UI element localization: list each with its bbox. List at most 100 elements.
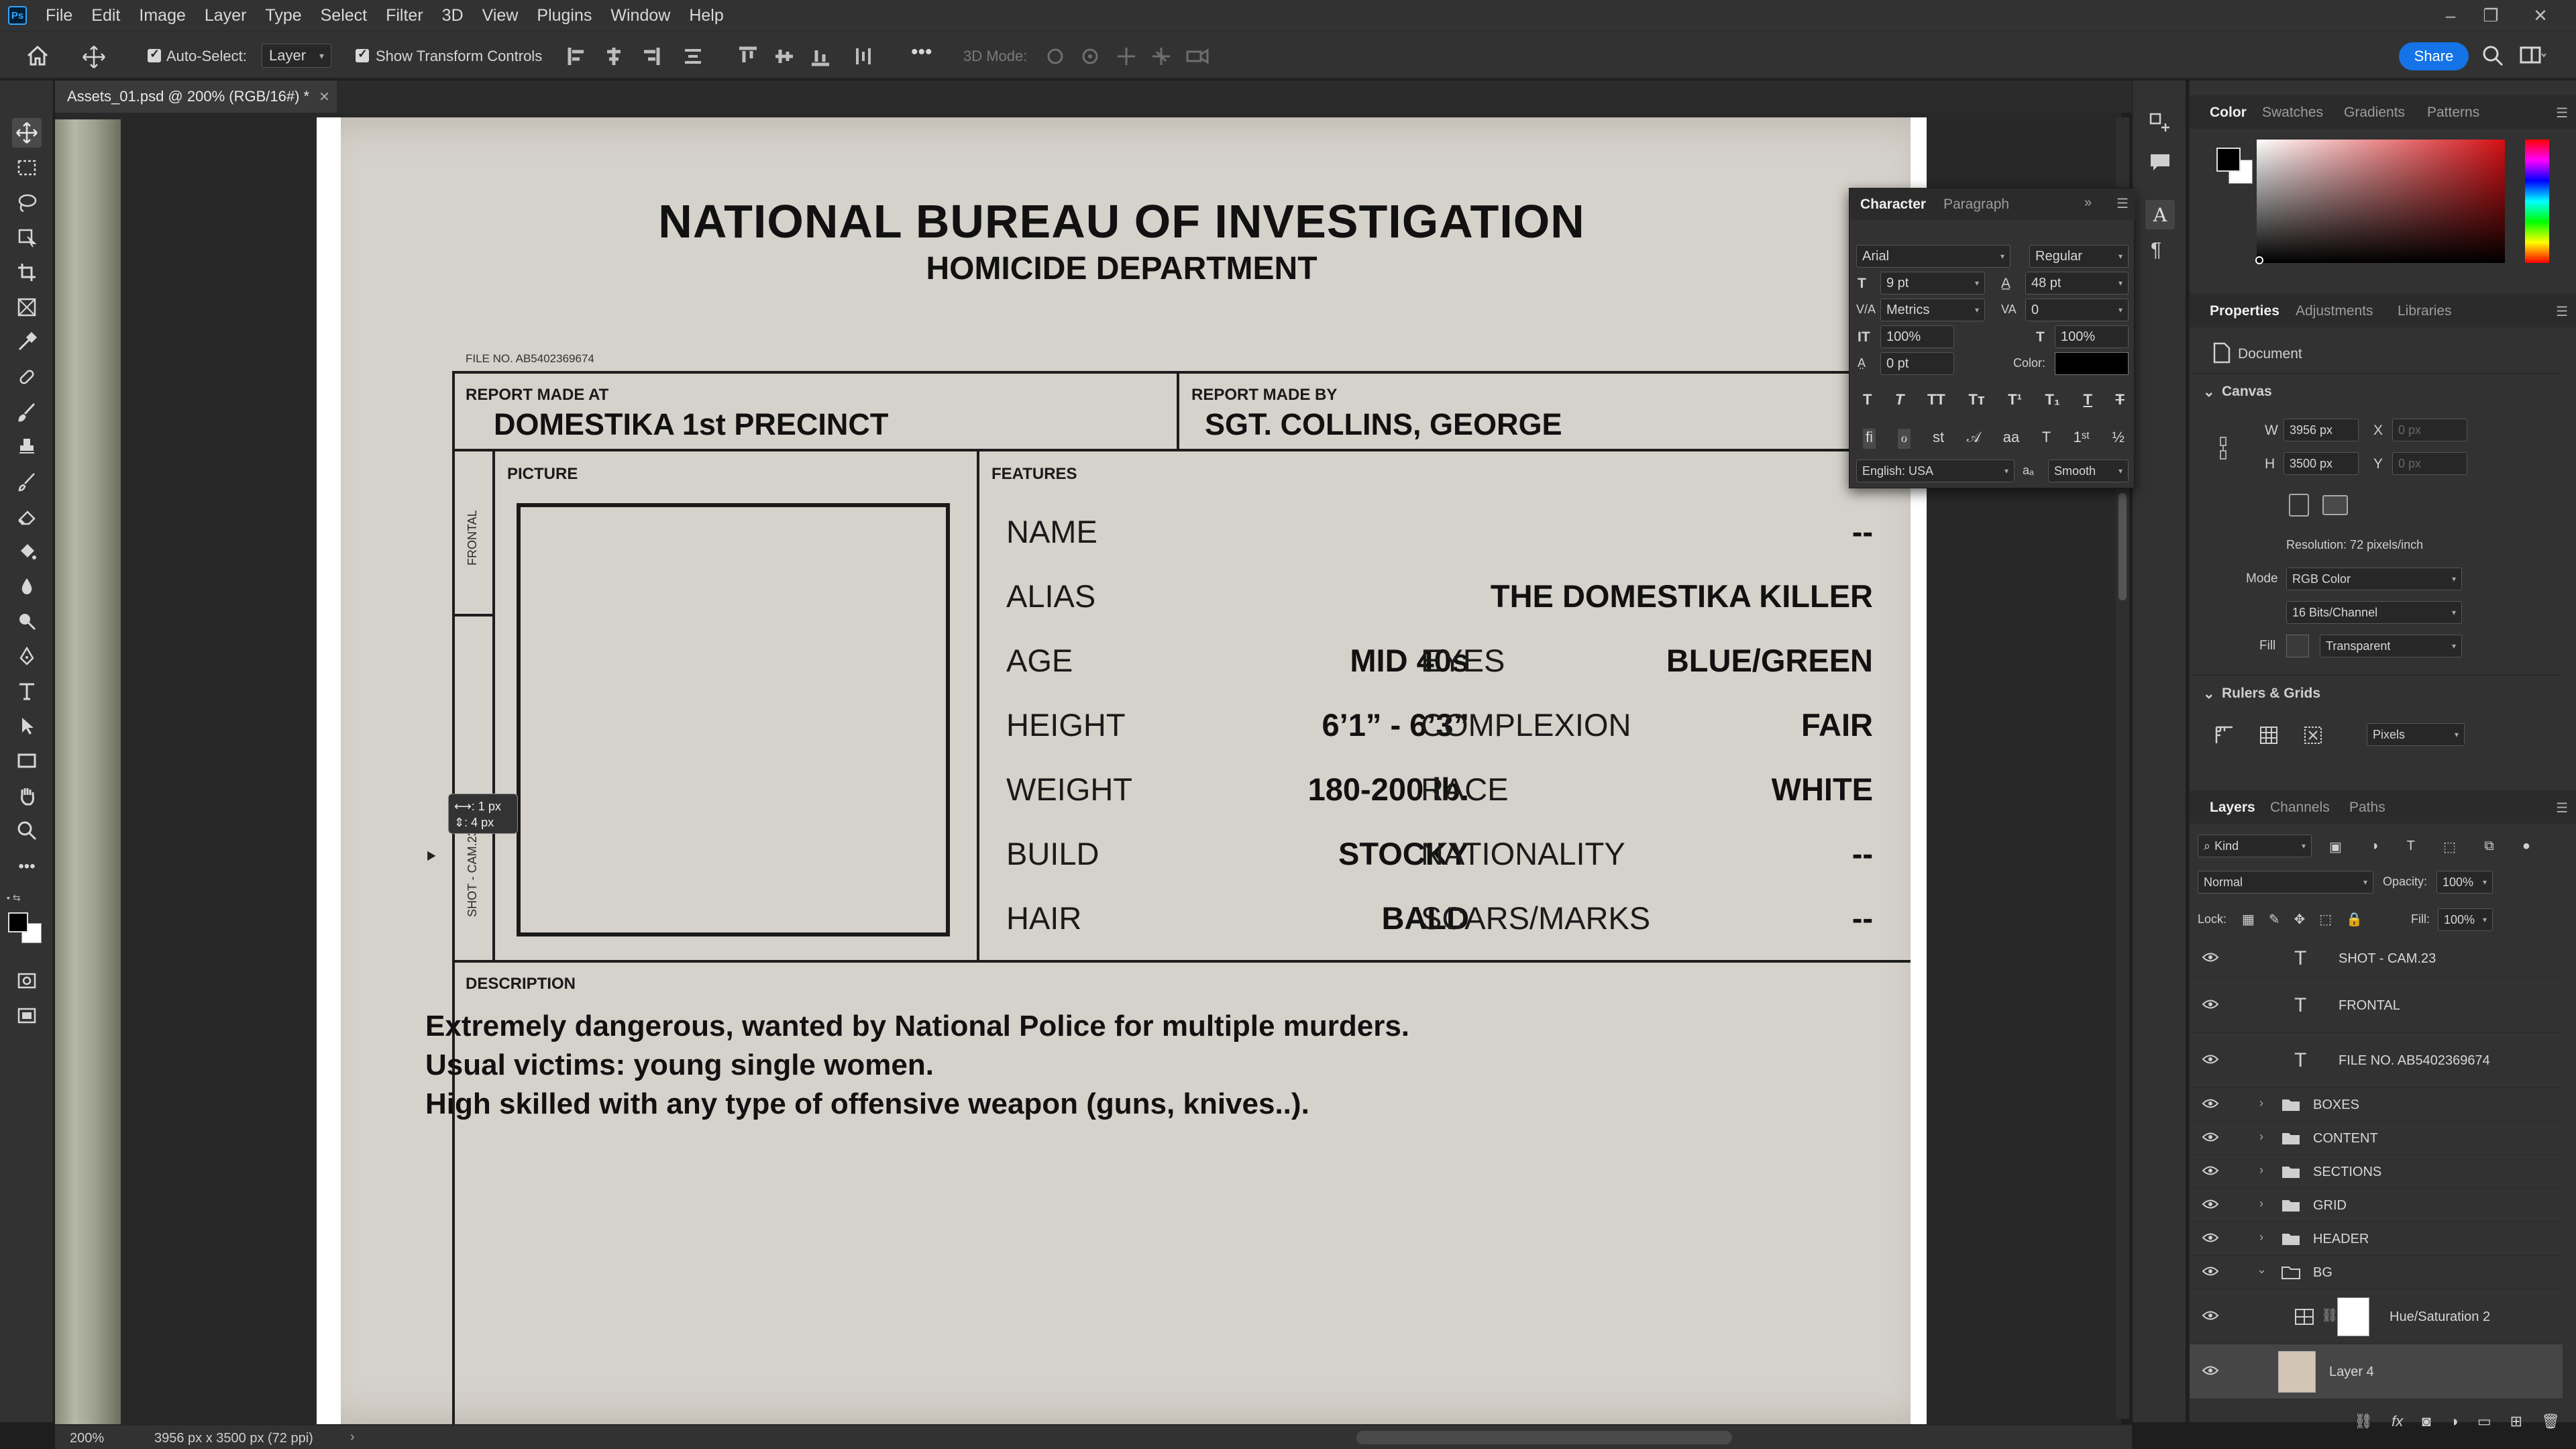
lock-artboard-icon[interactable]: ⬚ <box>2319 911 2332 927</box>
tab-adjustments[interactable]: Adjustments <box>2296 303 2373 319</box>
swap-colors-icon[interactable]: ▪ ⇆ <box>7 892 47 906</box>
visibility-eye-icon[interactable] <box>2202 1364 2219 1380</box>
link-dimensions-icon[interactable] <box>2216 435 2230 462</box>
tab-channels[interactable]: Channels <box>2270 800 2330 816</box>
delete-layer-icon[interactable]: 🗑 <box>2541 1413 2560 1440</box>
type-tool-icon[interactable] <box>12 676 42 706</box>
screen-mode-icon[interactable] <box>12 1001 42 1030</box>
font-style-select[interactable]: Regular ▾ <box>2029 245 2129 268</box>
filter-smart-object-icon[interactable]: ⧉ <box>2484 839 2493 855</box>
menu-help[interactable]: Help <box>680 6 733 25</box>
fill-select[interactable]: Transparent ▾ <box>2320 635 2462 657</box>
close-window-icon[interactable]: ✕ <box>2522 0 2559 31</box>
canvas-x-field[interactable]: 0 px <box>2392 419 2467 441</box>
add-mask-icon[interactable]: ◙ <box>2422 1413 2430 1440</box>
edit-toolbar-icon[interactable]: ••• <box>12 852 42 881</box>
color-mode-select[interactable]: RGB Color ▾ <box>2286 568 2462 590</box>
visibility-eye-icon[interactable] <box>2202 998 2219 1014</box>
tab-paragraph[interactable]: Paragraph <box>1943 197 2009 213</box>
lasso-tool-icon[interactable] <box>12 188 42 217</box>
filter-adjustment-icon[interactable]: ◑ <box>2370 839 2378 855</box>
layer-style-icon[interactable]: fx <box>2392 1413 2403 1440</box>
expand-chevron-icon[interactable]: › <box>2259 1197 2263 1211</box>
comments-panel-icon[interactable] <box>2148 150 2172 174</box>
visibility-eye-icon[interactable] <box>2202 1097 2219 1113</box>
3d-pan-icon[interactable] <box>1116 46 1136 66</box>
align-right-icon[interactable] <box>640 46 660 66</box>
swash-icon[interactable]: 𝒜 <box>1967 429 1981 449</box>
menu-image[interactable]: Image <box>129 6 195 25</box>
filter-shape-icon[interactable]: ⬚ <box>2443 839 2456 855</box>
expand-chevron-icon[interactable]: › <box>2259 1163 2263 1177</box>
all-caps-icon[interactable]: TT <box>1927 391 1945 411</box>
properties-panel-menu-icon[interactable]: ☰ <box>2556 303 2568 320</box>
font-family-select[interactable]: Arial ▾ <box>1856 245 2010 268</box>
color-picker-marker[interactable] <box>2255 256 2263 264</box>
canvas-section-toggle[interactable]: ⌄ <box>2203 384 2215 400</box>
lock-all-icon[interactable]: 🔒 <box>2346 911 2363 927</box>
layer-row[interactable]: ⌄ BG <box>2190 1256 2563 1289</box>
opacity-field[interactable]: 100% ▾ <box>2436 871 2493 894</box>
align-center-h-icon[interactable] <box>604 46 624 66</box>
rulers-section-toggle[interactable]: ⌄ <box>2203 686 2215 702</box>
filter-pixel-icon[interactable]: ▣ <box>2329 839 2342 855</box>
menu-layer[interactable]: Layer <box>195 6 256 25</box>
text-color-swatch[interactable] <box>2055 352 2129 375</box>
antialias-select[interactable]: Smooth ▾ <box>2048 460 2129 482</box>
lock-image-icon[interactable]: ✎ <box>2269 911 2280 927</box>
ruler-units-select[interactable]: Pixels ▾ <box>2367 723 2465 746</box>
new-layer-icon[interactable]: ⊞ <box>2510 1413 2522 1440</box>
fractions-icon[interactable]: ½ <box>2112 429 2125 449</box>
align-bottom-icon[interactable] <box>810 46 830 66</box>
kerning-field[interactable]: Metrics ▾ <box>1880 299 1985 321</box>
hue-slider[interactable] <box>2525 140 2549 263</box>
dodge-tool-icon[interactable] <box>12 606 42 636</box>
tab-paths[interactable]: Paths <box>2349 800 2385 816</box>
pen-tool-icon[interactable] <box>12 641 42 671</box>
menu-filter[interactable]: Filter <box>376 6 433 25</box>
discretionary-ligatures-icon[interactable]: st <box>1933 429 1944 449</box>
expand-chevron-icon[interactable]: › <box>2259 1096 2263 1110</box>
quick-mask-icon[interactable] <box>12 966 42 996</box>
new-group-icon[interactable]: ▭ <box>2477 1413 2491 1440</box>
rectangle-tool-icon[interactable] <box>12 746 42 775</box>
tab-layers[interactable]: Layers <box>2210 800 2255 816</box>
blend-mode-select[interactable]: Normal ▾ <box>2198 871 2373 894</box>
filter-type-icon[interactable]: T <box>2407 839 2415 855</box>
foreground-color-chip[interactable] <box>2216 148 2241 172</box>
new-adjustment-icon[interactable]: ◑ <box>2450 1413 2459 1440</box>
menu-3d[interactable]: 3D <box>433 6 473 25</box>
character-panel-icon[interactable]: A <box>2145 200 2175 229</box>
3d-slide-icon[interactable] <box>1151 46 1171 66</box>
lock-position-icon[interactable]: ✥ <box>2294 911 2306 927</box>
path-selection-tool-icon[interactable] <box>12 711 42 741</box>
horizontal-scale-field[interactable]: 100% <box>2055 325 2129 348</box>
document-canvas[interactable]: NATIONAL BUREAU OF INVESTIGATION HOMICID… <box>317 117 1927 1424</box>
restore-icon[interactable]: ❐ <box>2473 0 2509 31</box>
visibility-eye-icon[interactable] <box>2202 1165 2219 1180</box>
tab-libraries[interactable]: Libraries <box>2398 303 2452 319</box>
menu-plugins[interactable]: Plugins <box>527 6 601 25</box>
layer-row[interactable]: T SHOT - CAM.23 <box>2190 941 2563 978</box>
hand-tool-icon[interactable] <box>12 781 42 810</box>
auto-select-checkbox[interactable] <box>148 47 161 62</box>
clone-stamp-tool-icon[interactable] <box>12 432 42 462</box>
layer-row[interactable]: ⛓ Hue/Saturation 2 <box>2190 1289 2563 1344</box>
color-picker-field[interactable] <box>2257 140 2505 263</box>
zoom-level[interactable]: 200% <box>70 1431 104 1446</box>
history-brush-tool-icon[interactable] <box>12 467 42 496</box>
3d-camera-icon[interactable] <box>1186 46 1209 66</box>
vertical-scroll-thumb[interactable] <box>2118 493 2127 600</box>
portrait-orientation-icon[interactable] <box>2289 494 2309 517</box>
superscript-icon[interactable]: T¹ <box>2008 391 2022 411</box>
align-left-icon[interactable] <box>568 46 588 66</box>
tab-patterns[interactable]: Patterns <box>2427 105 2479 121</box>
color-panel-menu-icon[interactable]: ☰ <box>2556 105 2568 121</box>
fill-opacity-field[interactable]: 100% ▾ <box>2438 908 2493 931</box>
search-icon[interactable] <box>2481 44 2505 68</box>
baseline-shift-field[interactable]: 0 pt <box>1880 352 1954 375</box>
collapse-chevron-icon[interactable]: ⌄ <box>2257 1263 2267 1277</box>
underline-icon[interactable]: T <box>2084 391 2092 411</box>
small-caps-icon[interactable]: Tт <box>1968 391 1984 411</box>
blur-tool-icon[interactable] <box>12 572 42 601</box>
